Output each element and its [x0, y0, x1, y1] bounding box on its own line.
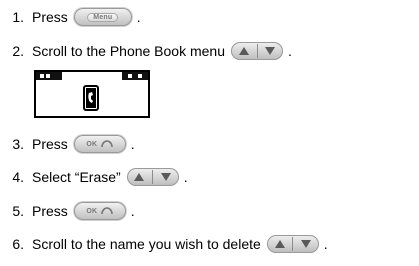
step-period: . — [130, 203, 135, 219]
down-arrow-icon — [258, 42, 284, 60]
step-text: Select “Erase” — [32, 169, 121, 185]
phone-book-icon — [83, 85, 99, 111]
ok-key-icon: OK — [73, 202, 126, 220]
up-arrow-icon — [127, 168, 153, 186]
step-period: . — [136, 9, 141, 25]
step-5: 5. Press OK . — [0, 197, 135, 225]
step-text: Press — [32, 136, 68, 152]
step-4: 4. Select “Erase” . — [0, 163, 188, 191]
up-arrow-icon — [267, 235, 293, 253]
step-number: 1. — [12, 9, 24, 25]
step-1: 1. Press Menu . — [0, 3, 141, 31]
up-down-navigation-key-icon — [266, 235, 319, 253]
step-period: . — [183, 169, 188, 185]
step-number: 5. — [12, 203, 24, 219]
down-arrow-icon — [293, 235, 319, 253]
step-period: . — [288, 43, 292, 59]
handset-icon — [101, 207, 114, 215]
status-indicator-icon — [122, 72, 148, 80]
ok-key-icon: OK — [73, 135, 126, 153]
signal-indicator-icon — [36, 72, 62, 80]
lcd-screen-illustration — [34, 70, 150, 118]
step-number: 4. — [12, 169, 24, 185]
step-number: 3. — [12, 136, 24, 152]
step-period: . — [323, 236, 328, 252]
step-text: Press — [32, 203, 68, 219]
up-down-navigation-key-icon — [126, 168, 179, 186]
step-text: Press — [32, 9, 68, 25]
up-down-navigation-key-icon — [231, 42, 284, 60]
down-arrow-icon — [153, 168, 179, 186]
handset-icon — [101, 140, 114, 148]
step-text: Scroll to the name you wish to delete — [32, 236, 261, 252]
step-number: 6. — [12, 236, 24, 252]
step-period: . — [130, 136, 135, 152]
step-text: Scroll to the Phone Book menu — [32, 43, 226, 59]
step-2: 2. Scroll to the Phone Book menu . — [0, 37, 292, 65]
step-number: 2. — [12, 43, 24, 59]
step-3: 3. Press OK . — [0, 130, 135, 158]
menu-key-icon: Menu — [73, 8, 132, 26]
up-arrow-icon — [231, 42, 257, 60]
menu-key-label: Menu — [87, 12, 119, 22]
step-6: 6. Scroll to the name you wish to delete… — [0, 230, 328, 258]
ok-key-label: OK — [86, 207, 98, 215]
ok-key-label: OK — [86, 140, 98, 148]
